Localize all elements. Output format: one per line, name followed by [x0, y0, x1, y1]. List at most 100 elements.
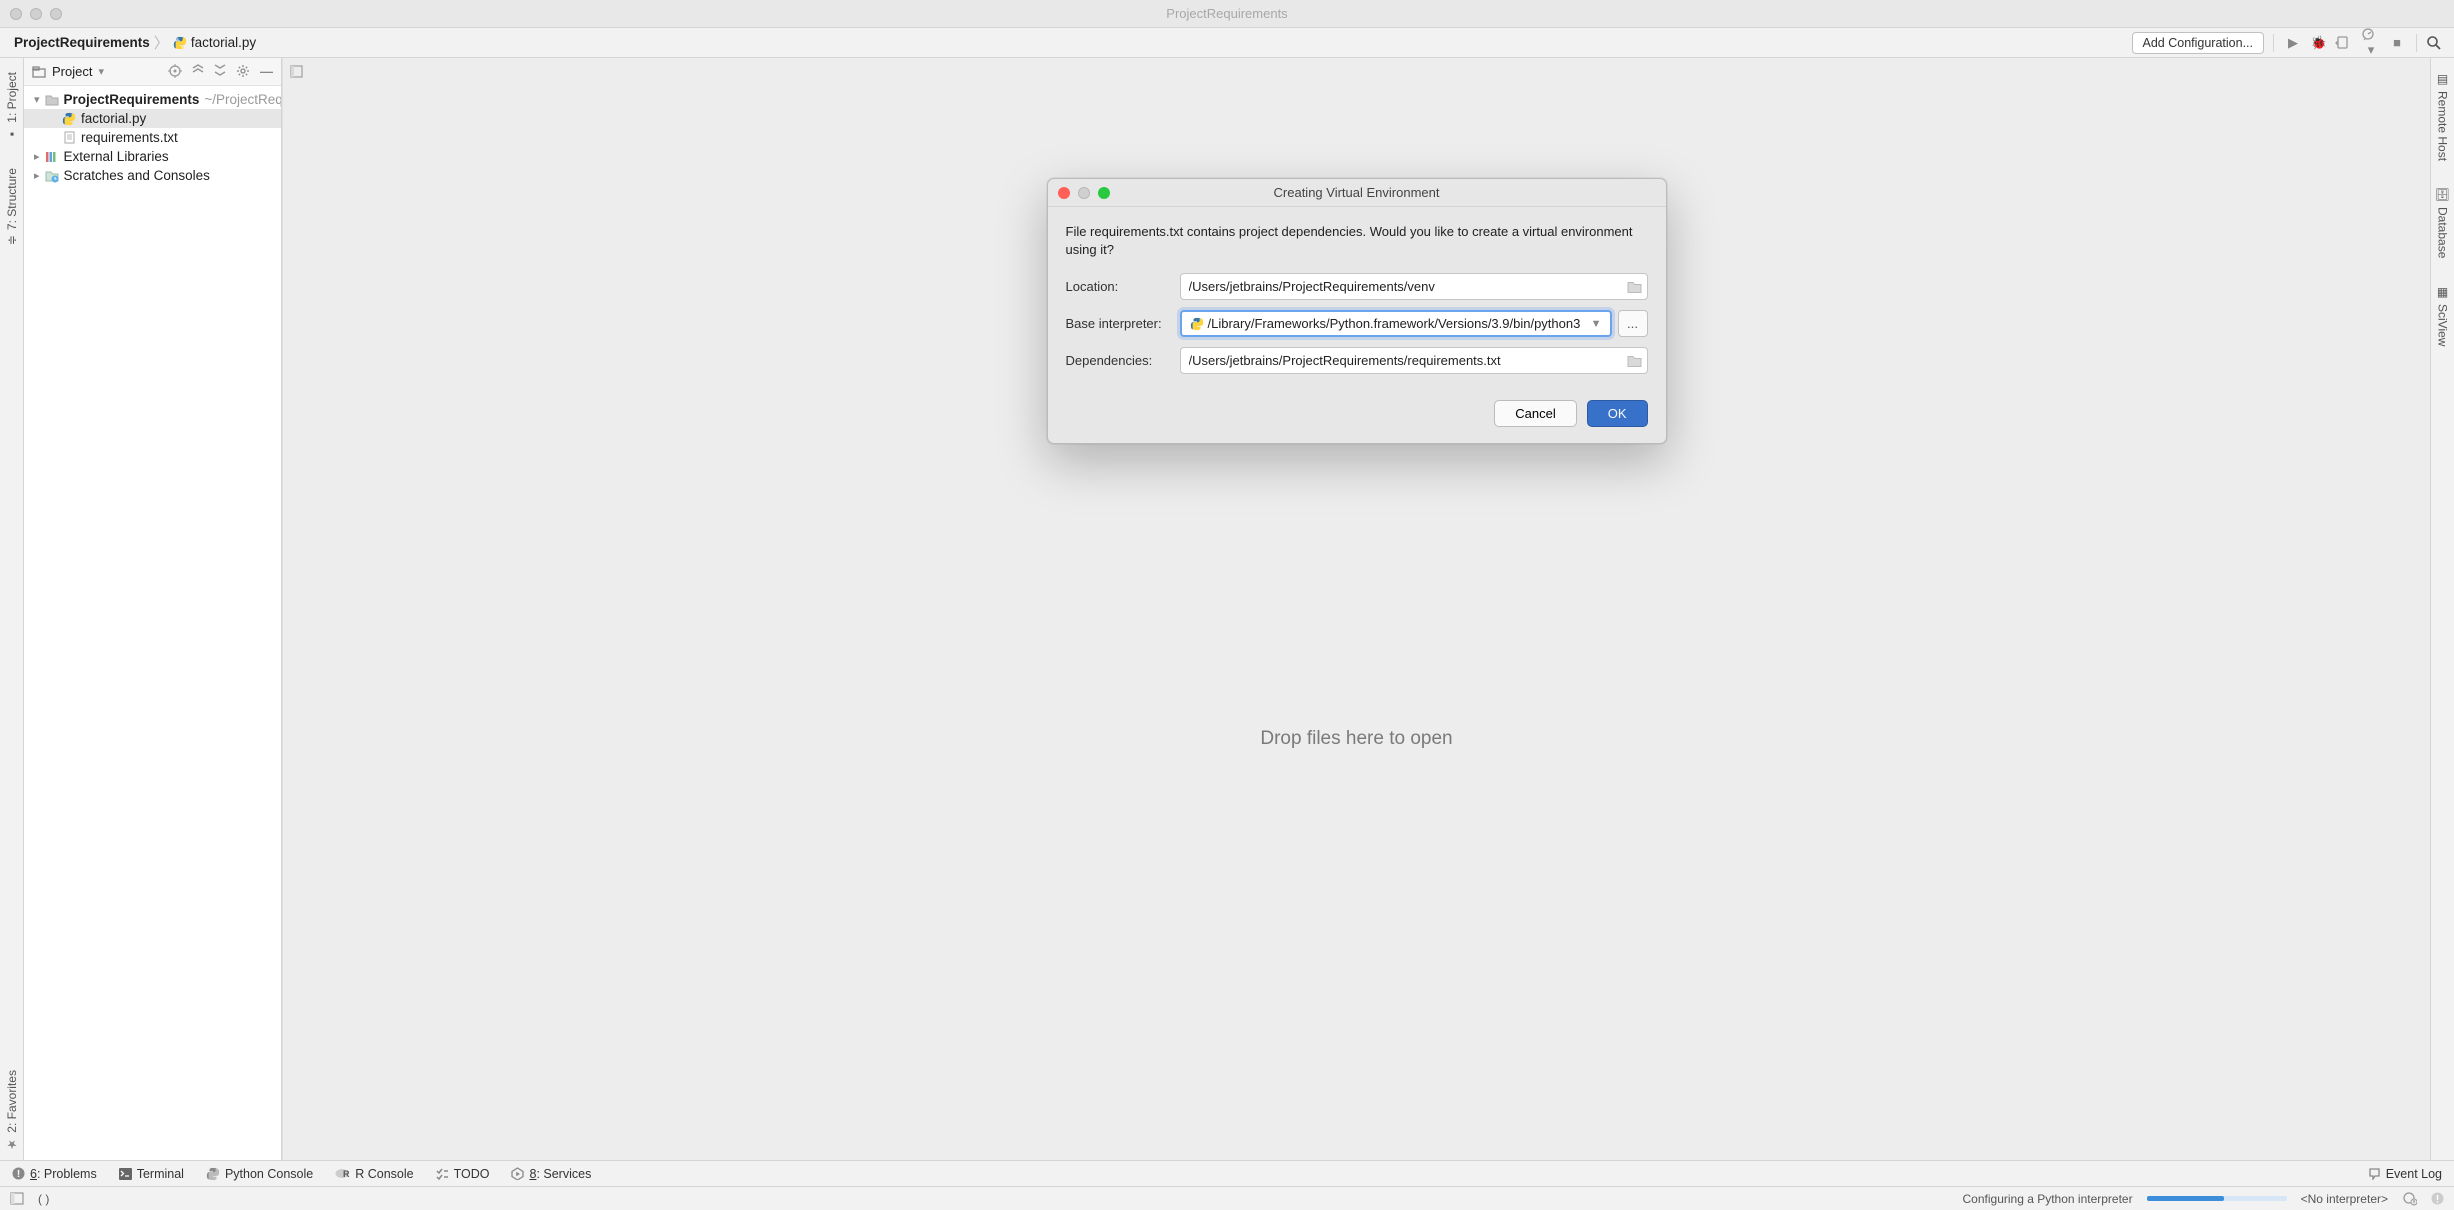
r-console-tab[interactable]: R R Console — [335, 1167, 413, 1181]
status-interpreter[interactable]: <No interpreter> — [2301, 1192, 2388, 1206]
nav-toolbar: ProjectRequirements 〉 factorial.py Add C… — [0, 28, 2454, 58]
body: ▪ 1: Project ≑ 7: Structure ★ 2: Favorit… — [0, 58, 2454, 1160]
rail-database[interactable]: 🗄 Database — [2436, 179, 2450, 267]
titlebar: ProjectRequirements — [0, 0, 2454, 28]
rail-database-label: Database — [2436, 207, 2450, 258]
dialog-max-icon[interactable] — [1098, 187, 1110, 199]
collapse-all-icon[interactable] — [214, 64, 226, 79]
traffic-lights — [0, 8, 62, 20]
cancel-button[interactable]: Cancel — [1494, 400, 1576, 427]
dialog-traffic-lights — [1058, 187, 1110, 199]
tree-external-libraries[interactable]: ▸ External Libraries — [24, 147, 281, 166]
event-log-tab[interactable]: Event Log — [2368, 1167, 2442, 1181]
tool-windows-icon[interactable] — [10, 1192, 24, 1205]
services-tab[interactable]: 8: Services — [511, 1167, 591, 1181]
terminal-tab[interactable]: Terminal — [119, 1167, 184, 1181]
rail-project-label: 1: Project — [5, 72, 19, 123]
problems-key: 6 — [30, 1167, 37, 1181]
drop-hint: Drop files here to open — [1260, 728, 1452, 750]
event-log-label: Event Log — [2386, 1167, 2442, 1181]
interpreter-combobox[interactable]: /Library/Frameworks/Python.framework/Ver… — [1180, 310, 1612, 337]
dependencies-input[interactable] — [1180, 347, 1648, 374]
chevron-down-icon: ▾ — [34, 93, 40, 106]
interpreter-row: Base interpreter: /Library/Frameworks/Py… — [1066, 310, 1648, 337]
tree-file-requirements[interactable]: requirements.txt — [24, 128, 281, 147]
traffic-close-icon[interactable] — [10, 8, 22, 20]
editor-area[interactable]: Drop files here to open Creating Virtual… — [282, 58, 2430, 1160]
svg-text:!: ! — [17, 1169, 20, 1180]
tree-file-factorial[interactable]: factorial.py — [24, 109, 281, 128]
chevron-right-icon: ▸ — [34, 169, 40, 182]
profile-icon[interactable]: ▾ — [2361, 27, 2381, 58]
tree-root[interactable]: ▾ ProjectRequirements ~/ProjectRequireme… — [24, 90, 281, 109]
folder-toggle-icon[interactable] — [32, 65, 46, 79]
project-panel: Project ▾ — — [24, 58, 282, 1160]
locate-icon[interactable] — [168, 64, 182, 79]
rail-structure[interactable]: ≑ 7: Structure — [5, 160, 19, 253]
project-panel-title[interactable]: Project — [52, 64, 92, 79]
main-window: ProjectRequirements ProjectRequirements … — [0, 0, 2454, 1210]
folder-icon — [45, 93, 59, 107]
ide-errors-icon[interactable] — [2431, 1192, 2444, 1205]
add-configuration-button[interactable]: Add Configuration... — [2132, 32, 2265, 54]
python-icon — [206, 1167, 220, 1181]
star-icon: ★ — [5, 1138, 19, 1152]
r-console-label: R Console — [355, 1167, 413, 1181]
chevron-down-icon: ▼ — [1591, 318, 1602, 330]
todo-tab[interactable]: TODO — [436, 1167, 490, 1181]
progress-bar[interactable] — [2147, 1196, 2287, 1201]
window-title: ProjectRequirements — [0, 6, 2454, 21]
traffic-min-icon[interactable] — [30, 8, 42, 20]
breadcrumb-root[interactable]: ProjectRequirements — [14, 35, 150, 50]
folder-icon[interactable] — [1627, 354, 1642, 367]
python-console-tab[interactable]: Python Console — [206, 1167, 313, 1181]
run-icon[interactable]: ▶ — [2283, 35, 2303, 51]
bottom-tool-bar: ! 6: Problems Terminal Python Console R … — [0, 1160, 2454, 1186]
rail-project[interactable]: ▪ 1: Project — [5, 64, 19, 150]
dialog-title: Creating Virtual Environment — [1274, 185, 1440, 200]
chevron-down-icon[interactable]: ▾ — [98, 65, 104, 78]
browse-interpreter-button[interactable]: ... — [1618, 310, 1648, 337]
search-icon[interactable] — [2426, 35, 2446, 51]
scratches-icon — [45, 169, 59, 183]
project-tree[interactable]: ▾ ProjectRequirements ~/ProjectRequireme… — [24, 86, 281, 189]
tree-scratches[interactable]: ▸ Scratches and Consoles — [24, 166, 281, 185]
dialog-titlebar: Creating Virtual Environment — [1048, 179, 1666, 207]
python-console-label: Python Console — [225, 1167, 313, 1181]
terminal-label: Terminal — [137, 1167, 184, 1181]
folder-icon[interactable] — [1627, 280, 1642, 293]
dependencies-row: Dependencies: — [1066, 347, 1648, 374]
tree-file-label: requirements.txt — [81, 130, 178, 145]
breadcrumb-file[interactable]: factorial.py — [173, 35, 256, 50]
background-task-indicator[interactable]: ( ) — [38, 1192, 49, 1206]
dialog-close-icon[interactable] — [1058, 187, 1070, 199]
rail-favorites[interactable]: ★ 2: Favorites — [5, 1062, 19, 1160]
dialog-message: File requirements.txt contains project d… — [1066, 223, 1648, 259]
status-task[interactable]: Configuring a Python interpreter — [1963, 1192, 2133, 1206]
rail-sciview-label: SciView — [2436, 304, 2450, 346]
tree-file-label: factorial.py — [81, 111, 146, 126]
rail-sciview[interactable]: ▦ SciView — [2436, 277, 2450, 354]
dependencies-label: Dependencies: — [1066, 353, 1174, 368]
traffic-max-icon[interactable] — [50, 8, 62, 20]
gear-icon[interactable] — [236, 64, 250, 79]
ok-button[interactable]: OK — [1587, 400, 1648, 427]
expand-all-icon[interactable] — [192, 64, 204, 79]
python-icon — [1190, 317, 1204, 331]
stop-icon[interactable]: ■ — [2387, 35, 2407, 50]
coverage-icon[interactable] — [2335, 35, 2355, 50]
interpreter-label: Base interpreter: — [1066, 316, 1174, 331]
problems-icon: ! — [12, 1167, 25, 1180]
status-bar: ( ) Configuring a Python interpreter <No… — [0, 1186, 2454, 1210]
file-tab-icon[interactable] — [289, 64, 304, 79]
rail-remote-host[interactable]: ▤ Remote Host — [2436, 64, 2450, 169]
separator — [2416, 34, 2417, 52]
python-packages-icon[interactable] — [2402, 1191, 2417, 1206]
breadcrumb-file-label: factorial.py — [191, 35, 256, 50]
problems-tab[interactable]: ! 6: Problems — [12, 1167, 97, 1181]
rail-remote-host-label: Remote Host — [2436, 91, 2450, 161]
debug-icon[interactable]: 🐞 — [2309, 35, 2329, 51]
hide-icon[interactable]: — — [260, 64, 273, 79]
location-input[interactable] — [1180, 273, 1648, 300]
tree-root-label: ProjectRequirements — [64, 92, 200, 107]
